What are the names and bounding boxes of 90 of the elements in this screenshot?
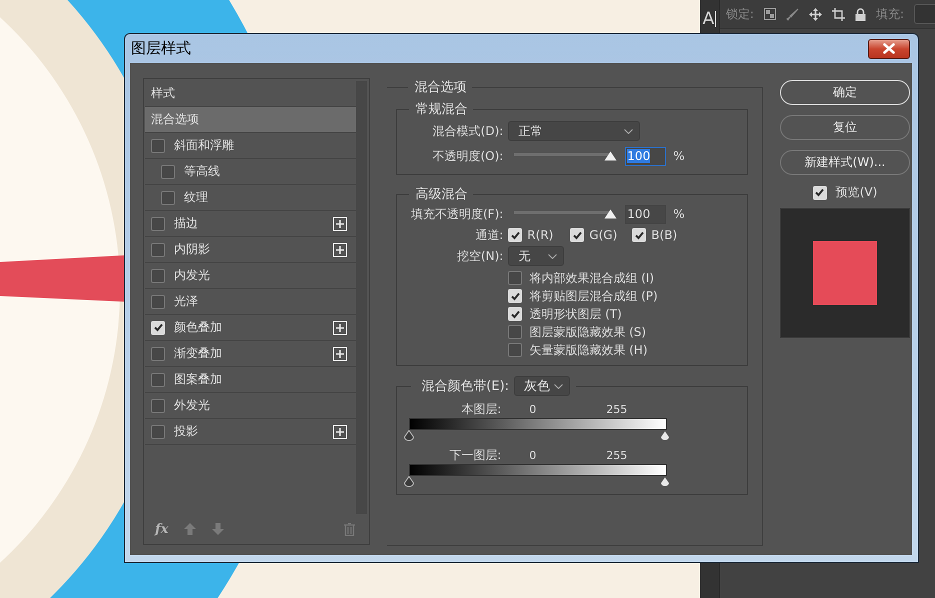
checkbox[interactable] [161, 164, 175, 178]
close-icon [883, 43, 895, 54]
style-list-item[interactable]: 内发光 [145, 263, 356, 289]
add-icon[interactable] [333, 320, 347, 334]
slider-thumb[interactable] [604, 151, 618, 161]
checkbox[interactable] [508, 343, 522, 357]
checkbox-label: G(G) [589, 228, 618, 242]
checkbox[interactable] [151, 346, 165, 360]
chevron-icon [624, 128, 634, 134]
blend-mode-dropdown[interactable]: 正常 [508, 121, 640, 141]
add-icon[interactable] [333, 216, 347, 230]
fill-label: 填充: [876, 6, 904, 22]
crop-icon[interactable] [832, 8, 845, 20]
fill-field[interactable] [914, 4, 935, 24]
field-label: 混合颜色带(E): [421, 378, 510, 395]
group-title: 常规混合 [414, 101, 468, 118]
checkbox[interactable] [508, 325, 522, 339]
checkbox[interactable] [151, 294, 165, 308]
fill-opacity-input[interactable]: 100 [625, 204, 666, 224]
checkbox-label: 预览(V) [836, 184, 878, 201]
add-icon[interactable] [333, 346, 347, 360]
slider-thumb[interactable] [660, 476, 670, 487]
checkbox[interactable] [508, 271, 522, 285]
checkbox[interactable] [151, 372, 165, 386]
value-label: 0 [529, 448, 538, 462]
style-list-item[interactable]: 外发光 [145, 393, 356, 419]
close-button[interactable] [868, 38, 910, 58]
fx-button[interactable]: fx [155, 522, 168, 536]
checkbox[interactable] [151, 138, 165, 152]
scrollbar-track[interactable] [356, 81, 368, 514]
slider-thumb[interactable] [660, 430, 670, 441]
slider-thumb[interactable] [404, 430, 414, 441]
window-title: 图层样式 [131, 39, 191, 58]
style-list-item[interactable]: 光泽 [145, 289, 356, 315]
value-label: 255 [606, 448, 628, 462]
brush-icon[interactable] [786, 8, 799, 20]
preview-swatch [813, 241, 877, 305]
checkbox-label: 图层蒙版隐藏效果 (S) [529, 324, 646, 340]
checkbox[interactable] [151, 216, 165, 230]
knockout-dropdown[interactable]: 无 [508, 246, 564, 266]
field-label: 混合模式(D): [432, 122, 504, 140]
chevron-icon [548, 254, 558, 258]
style-list-item[interactable]: 颜色叠加 [145, 315, 356, 341]
chevron-icon [554, 384, 564, 388]
unit-label: % [673, 149, 685, 163]
style-list-item[interactable]: 内阴影 [145, 237, 356, 263]
slider-thumb[interactable] [604, 209, 618, 219]
checkbox[interactable] [161, 190, 175, 204]
field-label: 下一图层: [448, 446, 502, 464]
checkbox-label: R(R) [527, 228, 554, 242]
group-title: 混合选项 [413, 79, 468, 96]
style-list-item[interactable]: 斜面和浮雕 [145, 133, 356, 159]
dialog-button[interactable]: 新建样式(W)... [780, 150, 910, 175]
lock-label: 锁定: [726, 6, 754, 22]
checkbox-label: 将内部效果混合成组 (I) [529, 270, 654, 286]
lock-transparent-icon[interactable] [764, 8, 776, 20]
blend-if-dropdown[interactable]: 灰色 [514, 376, 570, 396]
checkbox-label: 将剪贴图层混合成组 (P) [529, 288, 658, 304]
value-label: 0 [529, 402, 538, 416]
field-label: 填充不透明度(F): [410, 206, 504, 222]
style-list-item[interactable]: 渐变叠加 [145, 341, 356, 367]
field-label: 本图层: [460, 400, 502, 418]
style-list-item[interactable]: 等高线 [145, 159, 356, 185]
checkbox-label: B(B) [651, 228, 678, 242]
dialog-button[interactable]: 复位 [780, 115, 910, 140]
opacity-input[interactable]: 100 [625, 146, 666, 166]
unit-label: % [673, 207, 685, 221]
lock-icon[interactable] [854, 8, 866, 20]
checkbox[interactable] [151, 268, 165, 282]
dialog-button[interactable]: 确定 [780, 80, 910, 105]
style-list-item[interactable]: 图案叠加 [145, 367, 356, 393]
style-list-item[interactable]: 投影 [145, 419, 356, 445]
field-label: 通道: [474, 226, 504, 244]
slider-thumb[interactable] [404, 476, 414, 487]
move-icon[interactable] [808, 8, 822, 20]
field-label: 挖空(N): [456, 248, 504, 264]
group-title: 高级混合 [414, 186, 468, 203]
checkbox[interactable] [151, 424, 165, 438]
add-icon[interactable] [333, 242, 347, 256]
value-label: 255 [606, 402, 628, 416]
type-tool[interactable]: A [700, 8, 718, 30]
style-list-item[interactable]: 描边 [145, 211, 356, 237]
style-list-item[interactable]: 纹理 [145, 185, 356, 211]
field-label: 不透明度(O): [431, 148, 504, 164]
checkbox[interactable] [151, 398, 165, 412]
checkbox-label: 矢量蒙版隐藏效果 (H) [529, 342, 648, 358]
add-icon[interactable] [333, 424, 347, 438]
checkbox[interactable] [151, 242, 165, 256]
checkbox-label: 透明形状图层 (T) [529, 306, 622, 322]
style-list-item[interactable]: 混合选项 [145, 107, 356, 133]
